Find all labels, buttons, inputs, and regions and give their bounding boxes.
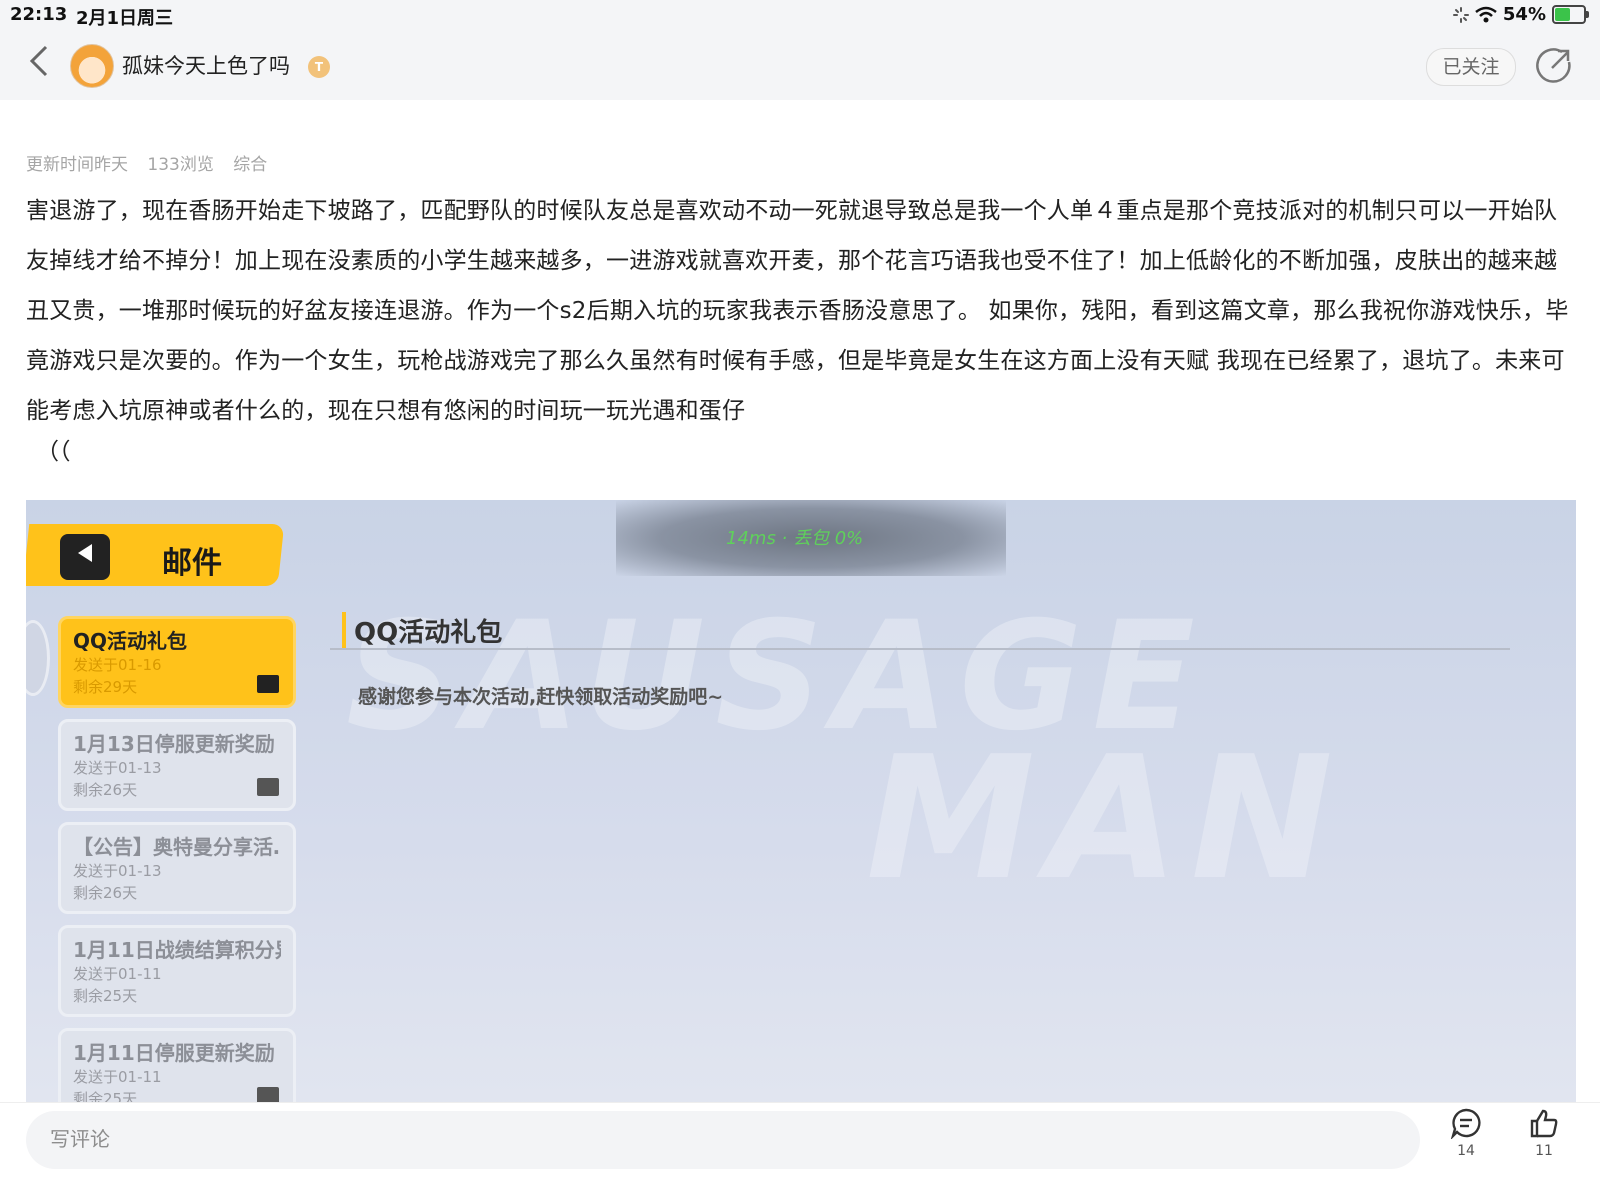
battery-icon — [1552, 5, 1589, 24]
mail-item: 【公告】奥特曼分享活… 发送于01-13 剩余26天 — [58, 822, 296, 914]
mail-item-remain: 剩余26天 — [73, 884, 138, 902]
author-name[interactable]: 孤妹今天上色了吗 — [122, 50, 290, 80]
comment-icon — [1450, 1108, 1481, 1139]
mail-list: QQ活动礼包 发送于01-16 剩余29天 1月13日停服更新奖励 发送于01-… — [58, 616, 296, 1120]
post-image[interactable]: 14ms · 丢包 0% SAUSAGE MAN 邮件 QQ活动礼包 发送于01… — [26, 500, 1576, 1120]
mail-item-sent: 发送于01-13 — [73, 759, 162, 777]
mail-item-title: 1月11日停服更新奖励 — [73, 1041, 275, 1065]
thumbs-up-icon — [1530, 1109, 1558, 1138]
mail-item-remain: 剩余26天 — [73, 781, 138, 799]
like-count: 11 — [1535, 1143, 1553, 1159]
mail-item-sent: 发送于01-11 — [73, 1068, 162, 1086]
mail-item-title: 1月13日停服更新奖励 — [73, 732, 275, 756]
status-date: 2月1日周三 — [76, 8, 174, 29]
post-body: 害退游了，现在香肠开始走下坡路了，匹配野队的时候队友总是喜欢动不动一死就退导致总… — [26, 198, 1569, 424]
mail-item: QQ活动礼包 发送于01-16 剩余29天 — [58, 616, 296, 708]
mail-item-sent: 发送于01-13 — [73, 862, 162, 880]
status-time: 22:13 — [10, 4, 68, 25]
mail-detail-divider — [330, 648, 1510, 650]
gift-icon — [257, 675, 279, 693]
battery-fill — [1555, 8, 1570, 21]
mail-title: 邮件 — [162, 546, 222, 581]
post-views: 133浏览 — [147, 155, 214, 175]
mail-item-title: QQ活动礼包 — [73, 629, 188, 653]
signal-spinner-icon — [1452, 6, 1469, 23]
mail-item-title: 【公告】奥特曼分享活… — [73, 835, 281, 859]
gift-icon — [257, 778, 279, 796]
ping-readout: 14ms · 丢包 0% — [726, 528, 864, 549]
mail-detail-title: QQ活动礼包 — [342, 612, 502, 649]
mail-item-title: 1月11日战绩结算积分异… — [73, 938, 281, 962]
battery-percent: 54% — [1502, 4, 1546, 25]
bottom-bar: 14 11 — [0, 1102, 1600, 1201]
triangle-left-icon — [78, 544, 92, 562]
post-card: 更新时间昨天 133浏览 综合 害退游了，现在香肠开始走下坡路了，匹配野队的时候… — [0, 100, 1600, 1200]
comment-input[interactable] — [26, 1111, 1420, 1169]
wifi-icon — [1475, 6, 1497, 22]
chevron-left-icon — [29, 45, 48, 77]
author-avatar[interactable] — [70, 44, 114, 88]
mail-item-sent: 发送于01-11 — [73, 965, 162, 983]
status-bar: 22:13 2月1日周三 54% — [0, 0, 1600, 30]
mail-item-sent: 发送于01-16 — [73, 656, 162, 674]
level-badge: T — [308, 56, 330, 78]
comment-button[interactable]: 14 — [1436, 1107, 1496, 1159]
post-body-tail: （（ — [36, 439, 71, 465]
share-icon — [1536, 48, 1571, 83]
follow-button[interactable]: 已关注 — [1426, 48, 1516, 86]
post-updated: 更新时间昨天 — [26, 155, 128, 175]
like-button[interactable]: 11 — [1514, 1107, 1574, 1159]
mail-item-remain: 剩余25天 — [73, 987, 138, 1005]
post-category: 综合 — [233, 155, 268, 175]
status-right: 54% — [1452, 4, 1589, 25]
left-edge-tab — [26, 620, 50, 696]
mail-item-remain: 剩余29天 — [73, 678, 138, 696]
share-button[interactable] — [1534, 46, 1574, 86]
mail-item: 1月13日停服更新奖励 发送于01-13 剩余26天 — [58, 719, 296, 811]
comment-count: 14 — [1457, 1143, 1475, 1159]
mail-back-button — [60, 534, 110, 580]
post-meta: 更新时间昨天 133浏览 综合 — [26, 150, 281, 175]
mail-detail-body: 感谢您参与本次活动,赶快领取活动奖励吧~ — [358, 686, 724, 708]
bg-watermark-bottom: MAN — [866, 720, 1346, 918]
mail-item: 1月11日战绩结算积分异… 发送于01-11 剩余25天 — [58, 925, 296, 1017]
nav-bar: 孤妹今天上色了吗 T 已关注 — [0, 36, 1600, 96]
back-button[interactable] — [24, 44, 54, 84]
